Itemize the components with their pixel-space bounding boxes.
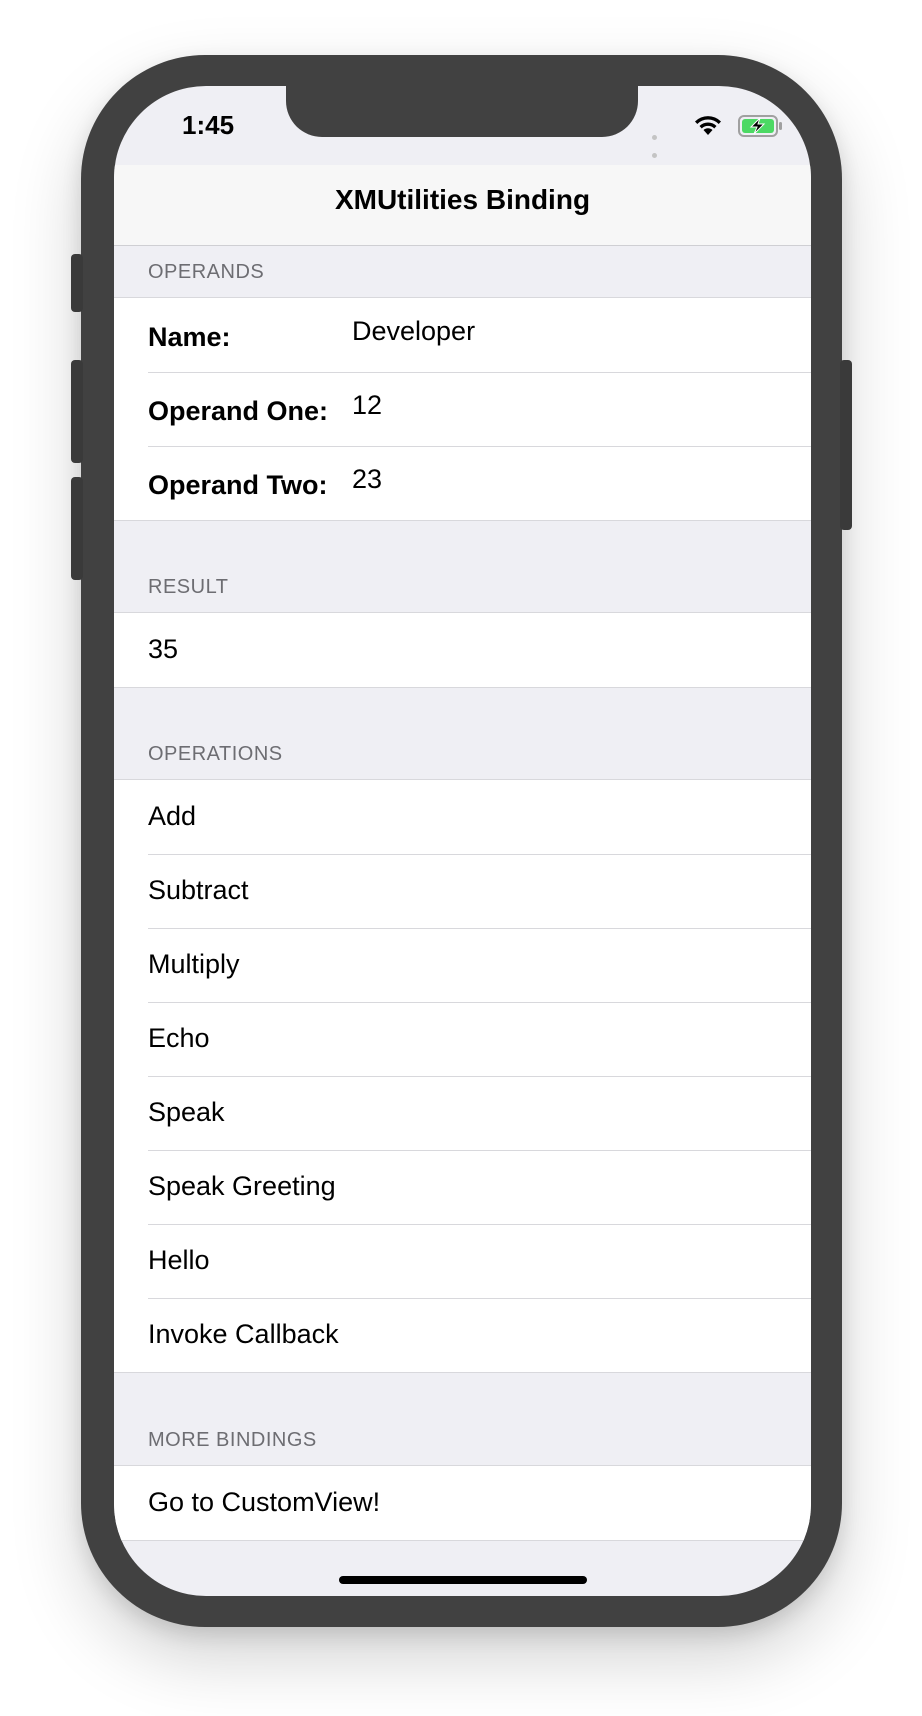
operand-row-one: Operand One: 12 bbox=[114, 372, 811, 446]
result-value: 35 bbox=[148, 634, 179, 664]
operands-group: Name: Developer Operand One: 12 Operand … bbox=[114, 297, 811, 521]
operand-two-field[interactable]: 23 bbox=[352, 464, 382, 495]
go-to-customview-label: Go to CustomView! bbox=[148, 1487, 381, 1517]
operation-label: Hello bbox=[148, 1245, 210, 1275]
status-time: 1:45 bbox=[182, 110, 235, 140]
operation-label: Invoke Callback bbox=[148, 1319, 339, 1349]
result-row: 35 bbox=[114, 613, 811, 687]
power-button bbox=[840, 360, 852, 530]
operation-label: Subtract bbox=[148, 875, 249, 905]
operation-label: Echo bbox=[148, 1023, 210, 1053]
silent-switch bbox=[71, 254, 83, 312]
name-label: Name: bbox=[148, 322, 231, 352]
operand-two-label: Operand Two: bbox=[148, 470, 328, 500]
operation-speak[interactable]: Speak bbox=[114, 1076, 811, 1150]
notch bbox=[286, 86, 638, 137]
operand-one-field[interactable]: 12 bbox=[352, 390, 382, 421]
section-header-more-bindings: MORE BINDINGS bbox=[148, 1429, 317, 1451]
operand-one-label: Operand One: bbox=[148, 396, 329, 426]
more-bindings-group: Go to CustomView! bbox=[114, 1465, 811, 1541]
section-header-operands: OPERANDS bbox=[148, 261, 265, 283]
operand-row-two: Operand Two: 23 bbox=[114, 446, 811, 520]
section-header-operations: OPERATIONS bbox=[148, 743, 283, 765]
operation-label: Add bbox=[148, 801, 197, 831]
operation-label: Multiply bbox=[148, 949, 240, 979]
wifi-icon bbox=[695, 116, 721, 135]
volume-down-button bbox=[71, 477, 83, 580]
operand-row-name: Name: Developer bbox=[114, 298, 811, 372]
nav-title: XMUtilities Binding bbox=[334, 184, 591, 215]
result-group: 35 bbox=[114, 612, 811, 688]
home-indicator[interactable] bbox=[339, 1576, 587, 1584]
operation-echo[interactable]: Echo bbox=[114, 1002, 811, 1076]
operation-invoke-callback[interactable]: Invoke Callback bbox=[114, 1298, 811, 1372]
operation-multiply[interactable]: Multiply bbox=[114, 928, 811, 1002]
operation-hello[interactable]: Hello bbox=[114, 1224, 811, 1298]
name-field[interactable]: Developer bbox=[352, 316, 475, 347]
operation-add[interactable]: Add bbox=[114, 780, 811, 854]
screen: 1:45 XMUtilities Binding OPERANDS Name: … bbox=[114, 86, 811, 1596]
operation-label: Speak Greeting bbox=[148, 1171, 336, 1201]
operation-subtract[interactable]: Subtract bbox=[114, 854, 811, 928]
operation-label: Speak bbox=[148, 1097, 225, 1127]
go-to-customview-row[interactable]: Go to CustomView! bbox=[114, 1466, 811, 1540]
battery-charging-icon bbox=[738, 115, 782, 137]
volume-up-button bbox=[71, 360, 83, 463]
operation-speak-greeting[interactable]: Speak Greeting bbox=[114, 1150, 811, 1224]
section-header-result: RESULT bbox=[148, 576, 229, 598]
operations-group: Add Subtract Multiply Echo Speak Speak G… bbox=[114, 779, 811, 1373]
